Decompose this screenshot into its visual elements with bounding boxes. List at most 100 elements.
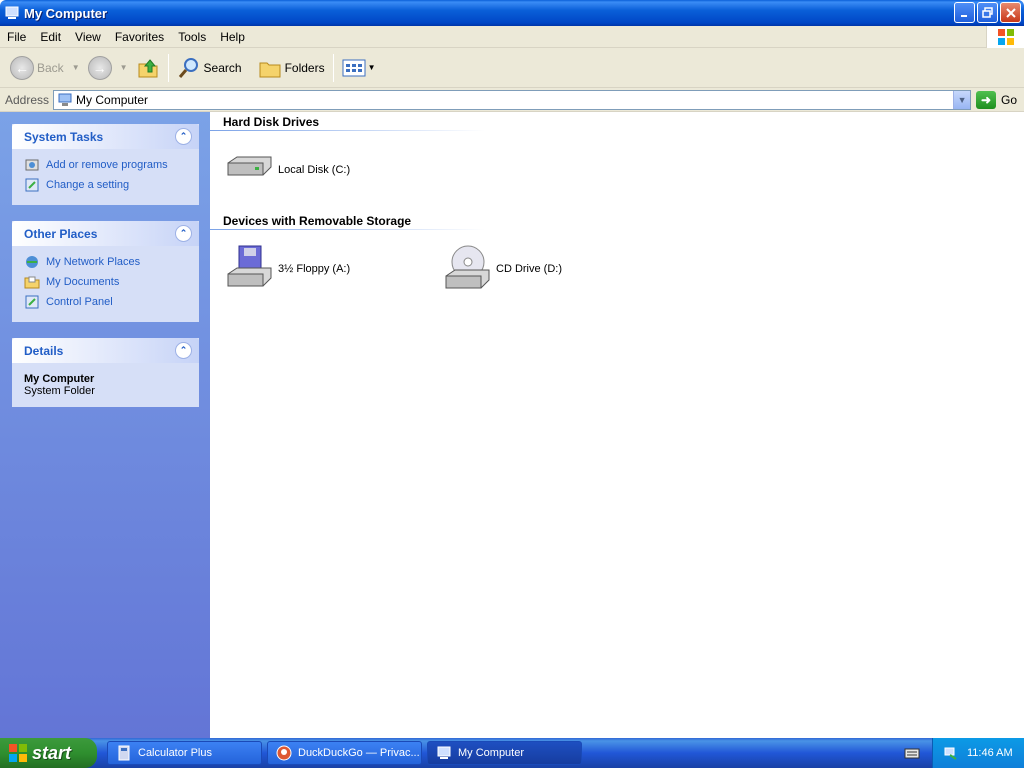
control-panel-link[interactable]: Control Panel — [24, 292, 187, 312]
add-remove-programs-label: Add or remove programs — [46, 159, 168, 171]
collapse-icon[interactable]: ⌃ — [175, 128, 192, 145]
collapse-icon[interactable]: ⌃ — [175, 342, 192, 359]
back-label: Back — [37, 60, 64, 75]
hard-disk-icon — [227, 156, 272, 176]
back-arrow-icon: ← — [10, 55, 34, 80]
taskbar-button-browser[interactable]: DuckDuckGo — Privac... — [267, 741, 422, 765]
group-title-removable: Devices with Removable Storage — [223, 214, 412, 228]
details-type: System Folder — [24, 385, 95, 397]
control-panel-icon — [25, 178, 39, 192]
my-documents-label: My Documents — [46, 276, 120, 288]
menu-bar: File Edit View Favorites Tools Help — [0, 26, 1024, 48]
other-places-box: Other Places ⌃ My Network Places My Docu… — [12, 221, 199, 322]
clock[interactable]: 11:46 AM — [967, 747, 1013, 759]
system-tasks-header[interactable]: System Tasks ⌃ — [12, 124, 199, 149]
address-label: Address — [5, 92, 50, 107]
start-label: start — [32, 742, 72, 763]
keyboard-icon[interactable] — [904, 745, 920, 761]
toolbar-separator — [167, 53, 169, 82]
taskbar-button-my-computer[interactable]: My Computer — [427, 741, 582, 765]
menu-file[interactable]: File — [0, 30, 33, 44]
add-remove-programs-icon — [25, 159, 39, 171]
address-input[interactable]: My Computer ▼ — [53, 89, 972, 110]
back-dropdown-icon[interactable]: ▼ — [72, 63, 80, 72]
views-button[interactable]: ▼ — [338, 51, 380, 85]
my-network-places-label: My Network Places — [46, 256, 141, 268]
address-bar: Address My Computer ▼ ➜ Go — [0, 88, 1024, 112]
group-divider — [210, 130, 485, 131]
drive-label: 3½ Floppy (A:) — [278, 263, 351, 275]
taskbar-button-calculator[interactable]: Calculator Plus — [107, 741, 262, 765]
windows-logo-icon — [9, 744, 27, 762]
up-folder-button[interactable] — [132, 51, 164, 85]
my-documents-icon — [24, 276, 40, 289]
taskbar: start Calculator Plus DuckDuckGo — Priva… — [0, 738, 1024, 768]
toolbar: ← Back ▼ → ▼ Search Folders ▼ — [0, 48, 1024, 88]
add-remove-programs-link[interactable]: Add or remove programs — [24, 155, 187, 175]
menu-help[interactable]: Help — [213, 30, 252, 44]
restore-icon — [981, 6, 993, 18]
details-box: Details ⌃ My Computer System Folder — [12, 338, 199, 407]
start-button[interactable]: start — [0, 738, 97, 768]
change-setting-link[interactable]: Change a setting — [24, 175, 187, 195]
my-network-places-link[interactable]: My Network Places — [24, 252, 187, 272]
drive-floppy-a[interactable]: 3½ Floppy (A:) — [225, 244, 350, 294]
go-button[interactable]: ➜ Go — [976, 90, 1018, 109]
control-panel-label: Control Panel — [46, 296, 113, 308]
drive-label: Local Disk (C:) — [278, 164, 351, 176]
drive-cd-d[interactable]: CD Drive (D:) — [443, 244, 562, 294]
folders-button[interactable]: Folders — [254, 51, 329, 85]
details-name: My Computer — [24, 373, 95, 385]
floppy-drive-icon — [227, 245, 272, 287]
content-pane: Hard Disk Drives Local Disk (C:) Devices… — [210, 112, 1024, 738]
drive-label: CD Drive (D:) — [496, 263, 562, 275]
details-header[interactable]: Details ⌃ — [12, 338, 199, 363]
drive-local-disk-c[interactable]: Local Disk (C:) — [225, 145, 350, 195]
window-title: My Computer — [24, 5, 108, 21]
details-title: Details — [24, 343, 64, 358]
go-label: Go — [1001, 92, 1018, 107]
network-tray-icon[interactable] — [943, 745, 959, 761]
minimize-button[interactable] — [954, 2, 975, 23]
folders-icon — [259, 62, 281, 77]
group-title-hard-disk: Hard Disk Drives — [223, 115, 320, 129]
up-folder-icon — [138, 58, 158, 77]
menu-favorites[interactable]: Favorites — [108, 30, 171, 44]
views-icon — [342, 59, 366, 76]
system-tasks-box: System Tasks ⌃ Add or remove programs Ch… — [12, 124, 199, 205]
my-documents-link[interactable]: My Documents — [24, 272, 187, 292]
search-label: Search — [203, 60, 242, 75]
group-divider — [210, 229, 485, 230]
calculator-icon — [118, 745, 130, 761]
menu-view[interactable]: View — [68, 30, 108, 44]
collapse-icon[interactable]: ⌃ — [175, 225, 192, 242]
folders-label: Folders — [284, 60, 325, 75]
back-button[interactable]: ← Back — [6, 51, 68, 85]
system-tray: 11:46 AM — [932, 738, 1024, 768]
close-button[interactable] — [1000, 2, 1021, 23]
minimize-icon — [960, 14, 967, 17]
task-pane: System Tasks ⌃ Add or remove programs Ch… — [0, 112, 210, 738]
forward-dropdown-icon[interactable]: ▼ — [120, 63, 128, 72]
title-bar[interactable]: My Computer — [0, 0, 1024, 26]
address-dropdown-button[interactable]: ▼ — [953, 90, 971, 109]
taskbar-button-label: My Computer — [458, 747, 525, 759]
windows-logo-icon — [986, 26, 1024, 48]
search-icon — [178, 57, 198, 78]
other-places-header[interactable]: Other Places ⌃ — [12, 221, 199, 246]
forward-button[interactable]: → — [84, 51, 116, 85]
views-dropdown-icon: ▼ — [367, 63, 376, 72]
menu-tools[interactable]: Tools — [171, 30, 213, 44]
address-value: My Computer — [76, 92, 149, 107]
search-button[interactable]: Search — [173, 51, 246, 85]
restore-button[interactable] — [977, 2, 998, 23]
toolbar-separator — [332, 53, 334, 82]
forward-arrow-icon: → — [87, 55, 112, 80]
cd-drive-icon — [445, 245, 490, 289]
close-icon — [1005, 7, 1016, 18]
my-computer-icon — [437, 746, 451, 759]
menu-edit[interactable]: Edit — [33, 30, 68, 44]
control-panel-icon — [25, 295, 39, 309]
my-computer-icon — [5, 6, 19, 19]
system-tasks-title: System Tasks — [24, 129, 104, 144]
